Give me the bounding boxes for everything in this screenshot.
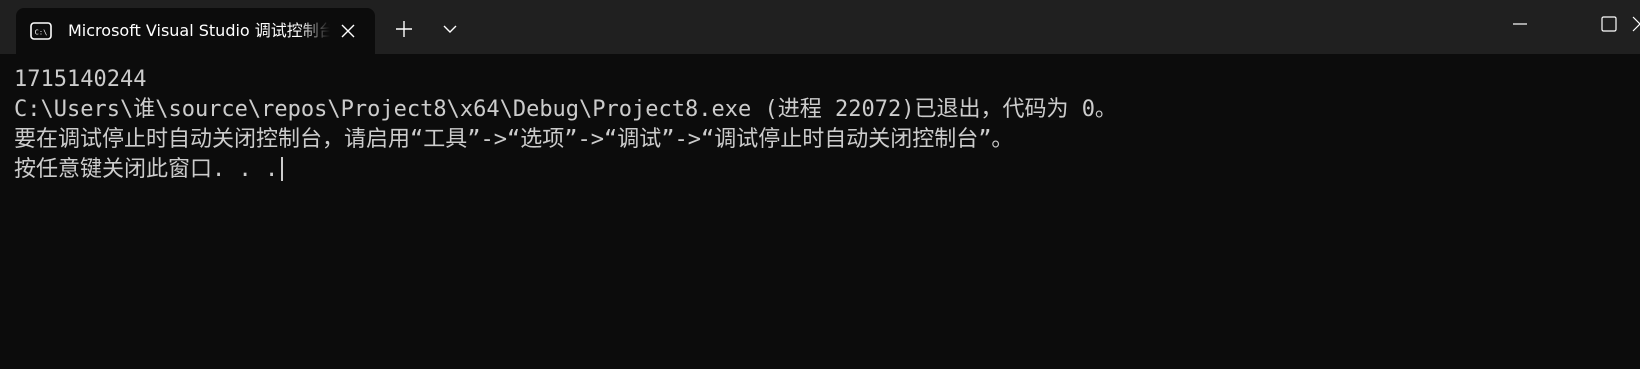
svg-text:C:\: C:\	[35, 29, 48, 37]
maximize-icon[interactable]	[1599, 14, 1619, 34]
tab-title: Microsoft Visual Studio 调试控制台	[68, 21, 330, 40]
console-line: 1715140244	[14, 67, 147, 92]
terminal-window: C:\ Microsoft Visual Studio 调试控制台 171514…	[0, 0, 1640, 369]
text-cursor	[281, 157, 284, 181]
console-line: C:\Users\谁\source\repos\Project8\x64\Deb…	[14, 97, 1117, 122]
console-line: 要在调试停止时自动关闭控制台，请启用“工具”->“选项”->“调试”->“调试停…	[14, 127, 1014, 152]
console-line-text: 按任意键关闭此窗口. . .	[14, 157, 279, 182]
console-prompt-line: 按任意键关闭此窗口. . .	[14, 155, 284, 185]
close-window-icon[interactable]	[1630, 14, 1640, 34]
minimize-icon[interactable]	[1510, 14, 1530, 34]
chevron-down-icon[interactable]	[442, 22, 458, 36]
title-bar[interactable]: C:\ Microsoft Visual Studio 调试控制台	[0, 0, 1640, 54]
plus-icon[interactable]	[394, 19, 414, 39]
console-output[interactable]: 1715140244 C:\Users\谁\source\repos\Proje…	[0, 54, 1640, 369]
tab-debug-console[interactable]: C:\ Microsoft Visual Studio 调试控制台	[16, 8, 375, 54]
close-icon[interactable]	[338, 21, 358, 41]
scrollbar[interactable]	[1632, 54, 1640, 369]
console-icon: C:\	[30, 22, 52, 40]
